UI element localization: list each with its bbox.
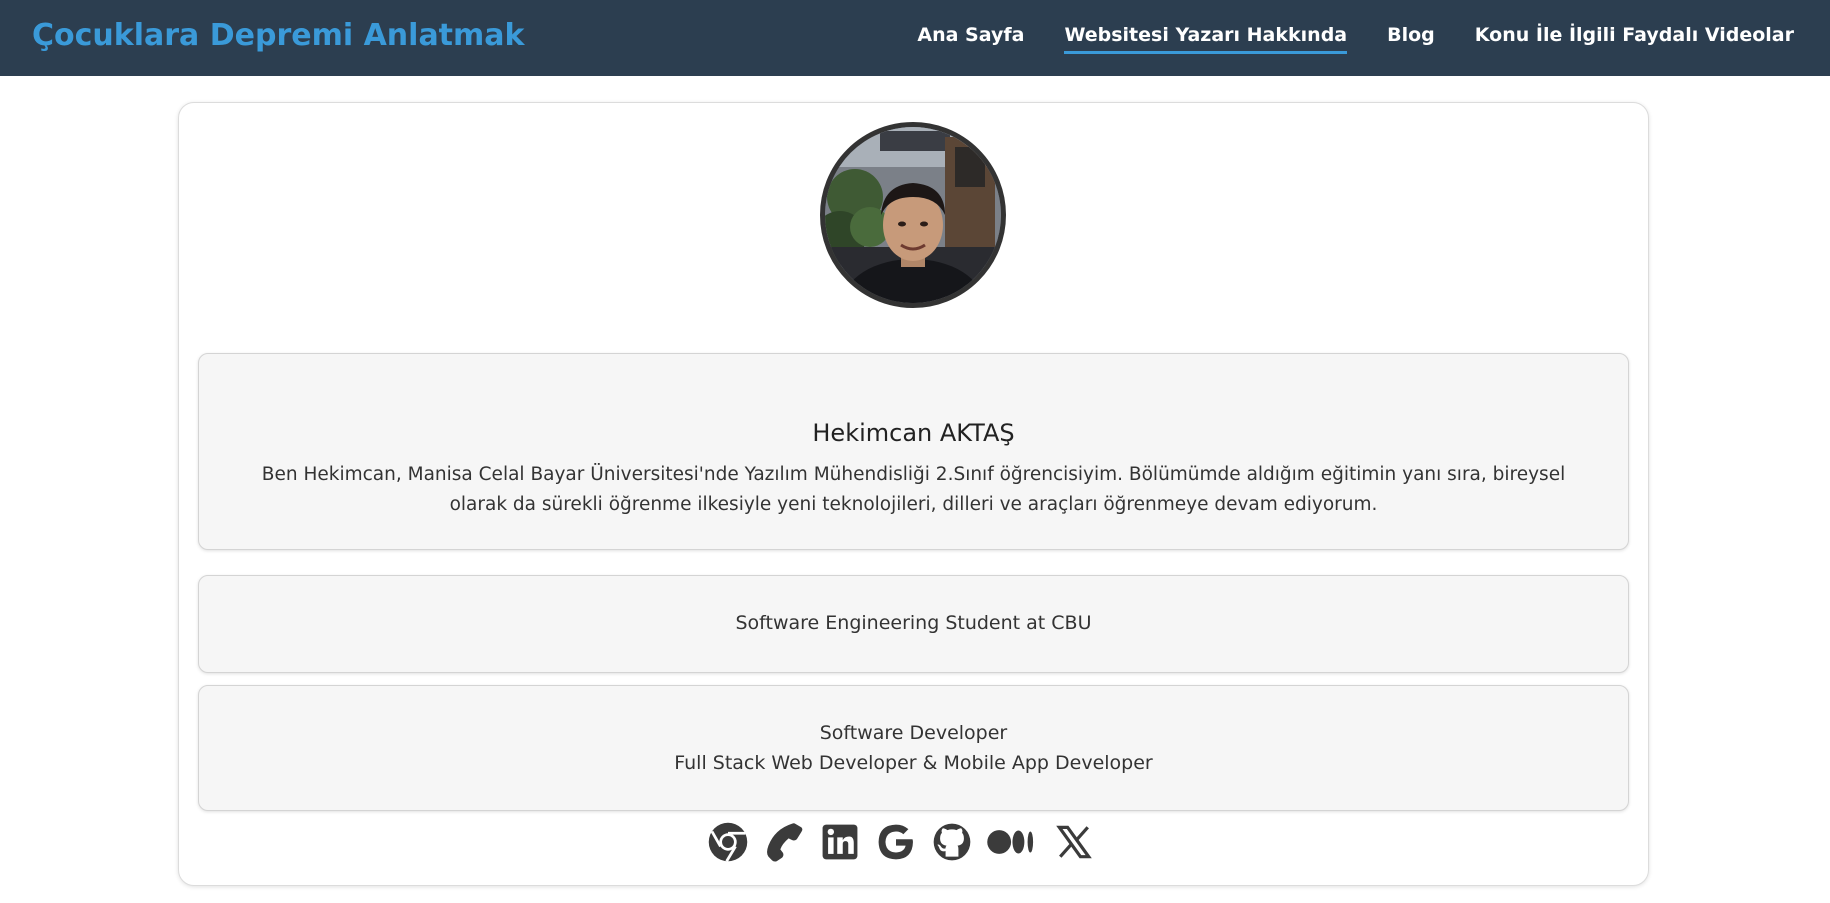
social-links (700, 820, 1130, 870)
top-navbar: Çocuklara Depremi Anlatmak Ana Sayfa Web… (0, 0, 1830, 76)
chrome-icon[interactable] (706, 820, 750, 864)
nav-link-about-author[interactable]: Websitesi Yazarı Hakkında (1064, 24, 1348, 54)
profile-bio: Ben Hekimcan, Manisa Celal Bayar Ünivers… (261, 464, 1566, 515)
site-brand-link[interactable]: Çocuklara Depremi Anlatmak (32, 18, 524, 53)
nav-link-blog[interactable]: Blog (1387, 24, 1435, 54)
medium-icon[interactable] (986, 820, 1038, 864)
profile-avatar (820, 122, 1006, 308)
bio-panel: Hekimcan AKTAŞ Ben Hekimcan, Manisa Cela… (198, 353, 1629, 550)
profile-name: Hekimcan AKTAŞ (812, 419, 1015, 447)
phone-icon[interactable] (762, 820, 806, 864)
linkedin-icon[interactable] (818, 820, 862, 864)
google-icon[interactable] (874, 820, 918, 864)
nav-links: Ana Sayfa Websitesi Yazarı Hakkında Blog… (917, 24, 1794, 54)
developer-panel: Software Developer Full Stack Web Develo… (198, 685, 1629, 811)
role-panel: Software Engineering Student at CBU (198, 575, 1629, 673)
developer-title: Software Developer (819, 722, 1008, 744)
nav-link-videos[interactable]: Konu İle İlgili Faydalı Videolar (1475, 24, 1794, 54)
nav-link-home[interactable]: Ana Sayfa (917, 24, 1024, 54)
github-icon[interactable] (930, 820, 974, 864)
developer-subtitle: Full Stack Web Developer & Mobile App De… (674, 752, 1153, 774)
profile-role: Software Engineering Student at CBU (735, 612, 1092, 634)
x-twitter-icon[interactable] (1052, 820, 1096, 864)
